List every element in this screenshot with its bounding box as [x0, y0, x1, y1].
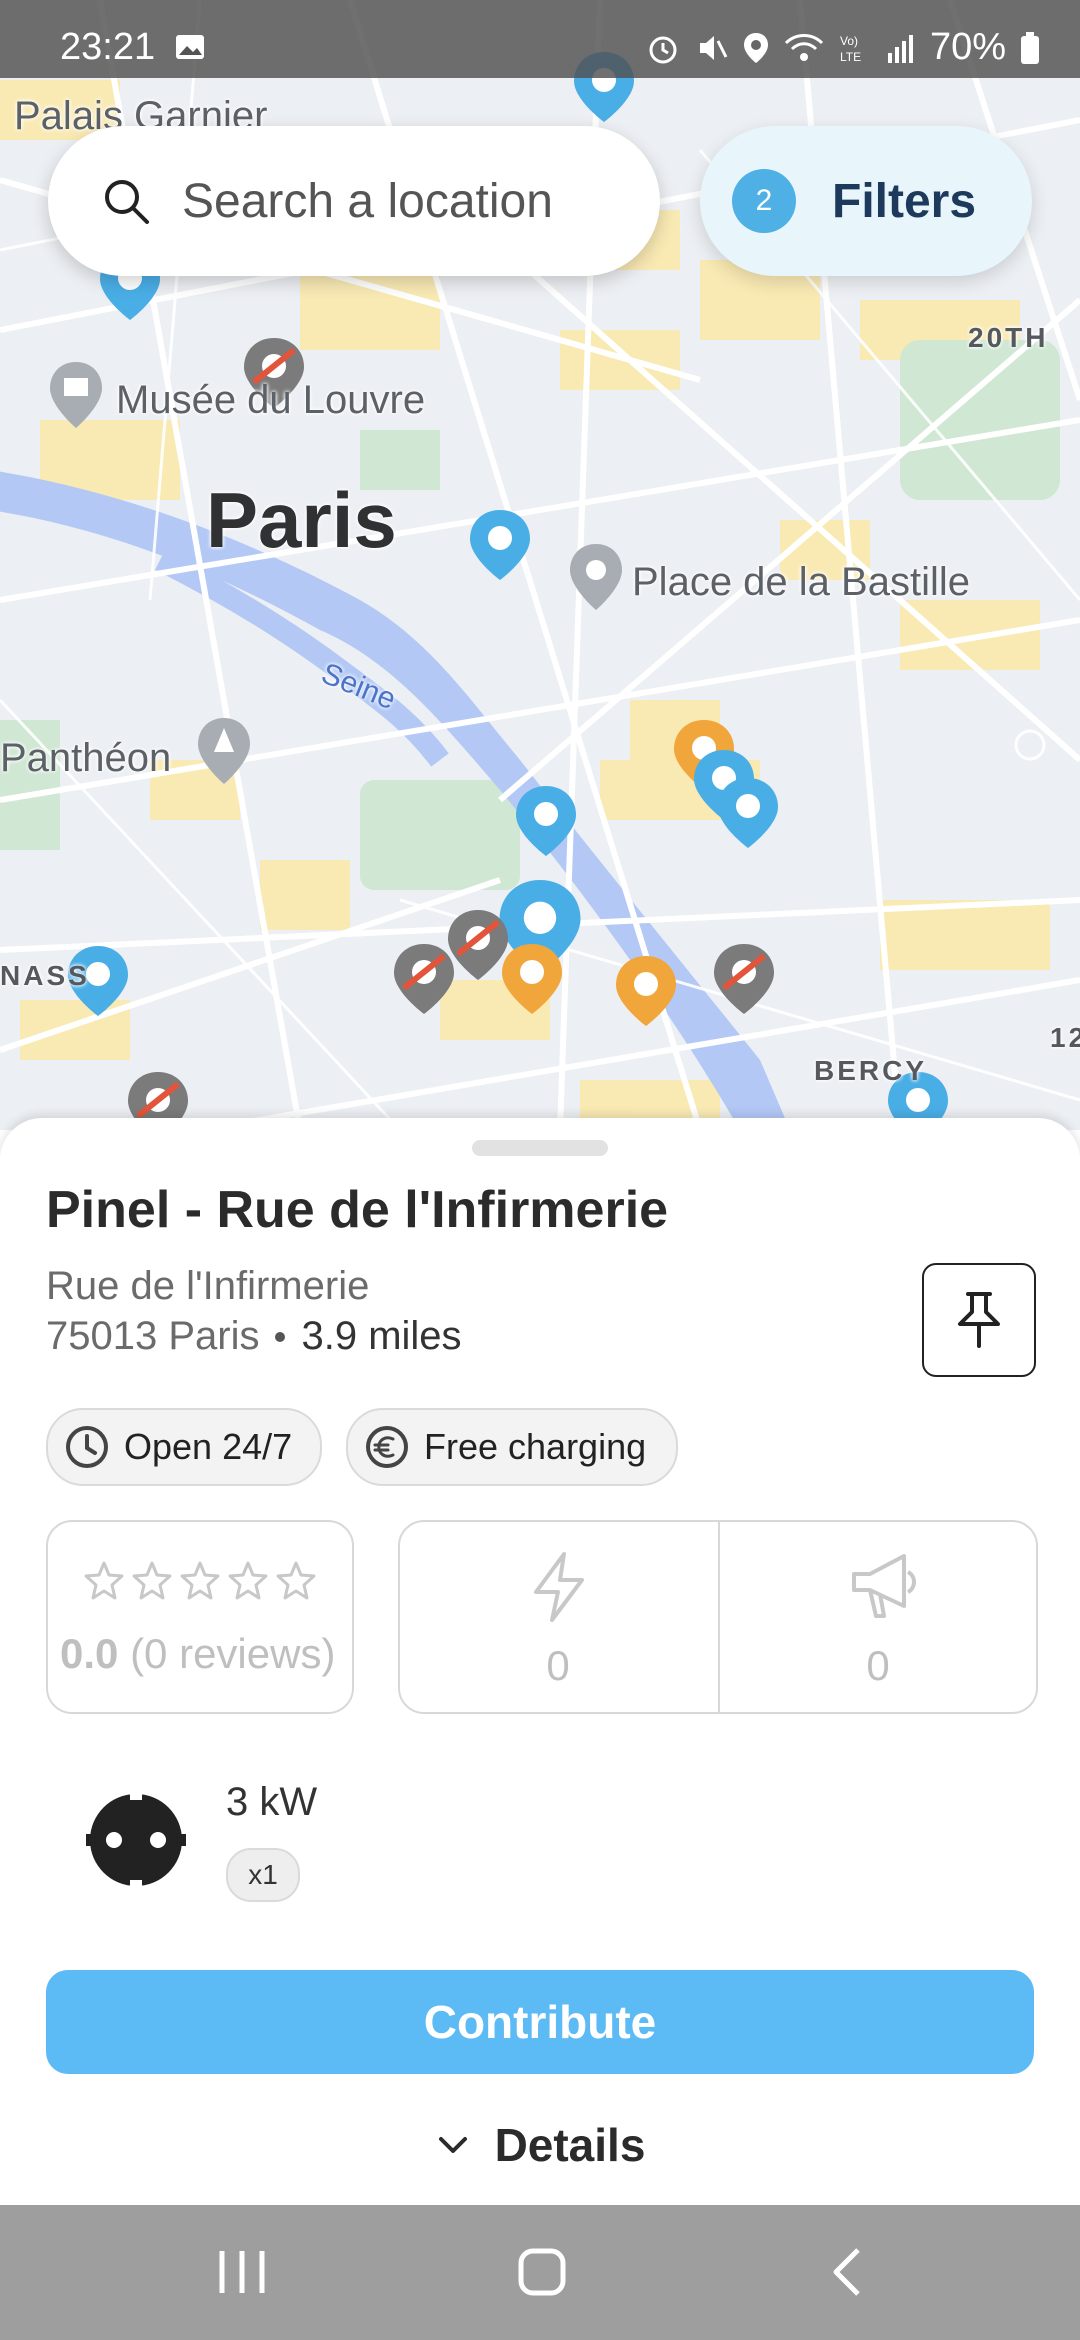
- recent-apps-icon: [219, 2251, 265, 2293]
- details-label: Details: [494, 2119, 646, 2171]
- volte-icon: Vo) LTE: [840, 34, 861, 64]
- search-input[interactable]: Search a location: [48, 126, 660, 276]
- home-button[interactable]: [502, 2240, 582, 2304]
- back-button[interactable]: [808, 2240, 888, 2304]
- sheet-drag-handle[interactable]: [472, 1140, 608, 1156]
- station-title: Pinel - Rue de l'Infirmerie: [46, 1181, 669, 1239]
- rating-value: 0.0: [60, 1630, 119, 1677]
- search-placeholder: Search a location: [182, 174, 553, 228]
- station-city: 75013 Paris: [46, 1314, 260, 1358]
- filters-label: Filters: [832, 174, 977, 228]
- station-details-sheet: Pinel - Rue de l'Infirmerie Rue de l'Inf…: [0, 1118, 1080, 2223]
- charges-stat[interactable]: 0: [400, 1522, 716, 1712]
- filters-button[interactable]: 2 Filters: [700, 126, 1032, 276]
- station-distance: 3.9 miles: [301, 1314, 462, 1358]
- map-label-20th: 20TH: [968, 322, 1049, 353]
- pin-button[interactable]: [922, 1263, 1036, 1377]
- unavailable-charger-marker[interactable]: [714, 944, 774, 1014]
- system-nav-bar: [0, 2205, 1080, 2340]
- star-icon: [132, 1561, 172, 1600]
- svg-text:LTE: LTE: [840, 50, 861, 64]
- contribute-button[interactable]: Contribute: [46, 1970, 1034, 2074]
- map-label-paris: Paris: [206, 476, 397, 564]
- plug-type-icon: [86, 1794, 186, 1886]
- lightning-icon: [534, 1552, 584, 1622]
- search-icon: [105, 180, 149, 224]
- charges-count: 0: [546, 1642, 570, 1689]
- signal-icon: [887, 34, 913, 63]
- reports-stat[interactable]: 0: [720, 1522, 1036, 1712]
- back-icon: [833, 2248, 860, 2296]
- euro-icon: [366, 1426, 408, 1468]
- separator-dot: [275, 1331, 286, 1342]
- alarm-icon: [649, 36, 677, 63]
- rating-stars: [84, 1560, 316, 1600]
- filters-count-badge: 2: [732, 169, 796, 233]
- star-icon: [276, 1561, 316, 1600]
- recent-apps-button[interactable]: [202, 2240, 282, 2304]
- monument-poi-icon[interactable]: [196, 716, 252, 786]
- rating-summary: 0.0 (0 reviews): [60, 1630, 335, 1678]
- price-chip: Free charging: [346, 1408, 678, 1486]
- status-time: 23:21: [60, 26, 156, 68]
- home-icon: [518, 2248, 566, 2296]
- opening-hours-chip: Open 24/7: [46, 1408, 322, 1486]
- star-icon: [84, 1561, 124, 1600]
- map-label-pantheon: Panthéon: [0, 736, 172, 780]
- location-icon: [743, 32, 768, 63]
- megaphone-icon: [852, 1554, 916, 1618]
- available-charger-marker[interactable]: [470, 510, 530, 580]
- map-label-bercy: BERCY: [814, 1055, 928, 1086]
- camera-poi-icon[interactable]: [568, 542, 624, 612]
- wifi-icon: [784, 33, 823, 61]
- stats-card: 0 0: [398, 1520, 1038, 1714]
- status-bar: 23:21 Vo) LTE 70%: [0, 0, 1080, 78]
- chevron-down-icon: [438, 2137, 467, 2153]
- pushpin-icon: [958, 1292, 1000, 1348]
- museum-poi-icon[interactable]: [48, 360, 104, 430]
- map-label-louvre: Musée du Louvre: [116, 378, 426, 422]
- connector-quantity: x1: [226, 1848, 300, 1902]
- clock-icon: [66, 1426, 108, 1468]
- opening-hours-text: Open 24/7: [124, 1426, 293, 1467]
- available-charger-marker[interactable]: [718, 778, 778, 848]
- price-text: Free charging: [424, 1426, 647, 1467]
- map-label-bastille: Place de la Bastille: [632, 560, 970, 604]
- reports-count: 0: [866, 1642, 890, 1689]
- station-street: Rue de l'Infirmerie: [46, 1264, 370, 1308]
- station-city-line: 75013 Paris 3.9 miles: [46, 1314, 462, 1359]
- unavailable-charger-marker[interactable]: [448, 910, 508, 980]
- details-toggle[interactable]: Details: [0, 2118, 1080, 2172]
- review-count: (0 reviews): [130, 1630, 336, 1677]
- vibrate-mute-icon: [699, 35, 728, 60]
- star-icon: [228, 1561, 268, 1600]
- map-label-nass: NASS: [0, 960, 90, 991]
- map-label-12: 12: [1050, 1022, 1080, 1053]
- battery-percent: 70%: [929, 26, 1006, 68]
- star-icon: [180, 1561, 220, 1600]
- svg-text:Vo): Vo): [840, 34, 858, 48]
- connector-power: 3 kW: [226, 1780, 318, 1824]
- battery-icon: [1021, 31, 1039, 64]
- rating-card[interactable]: 0.0 (0 reviews): [46, 1520, 354, 1714]
- gallery-icon: [176, 35, 204, 59]
